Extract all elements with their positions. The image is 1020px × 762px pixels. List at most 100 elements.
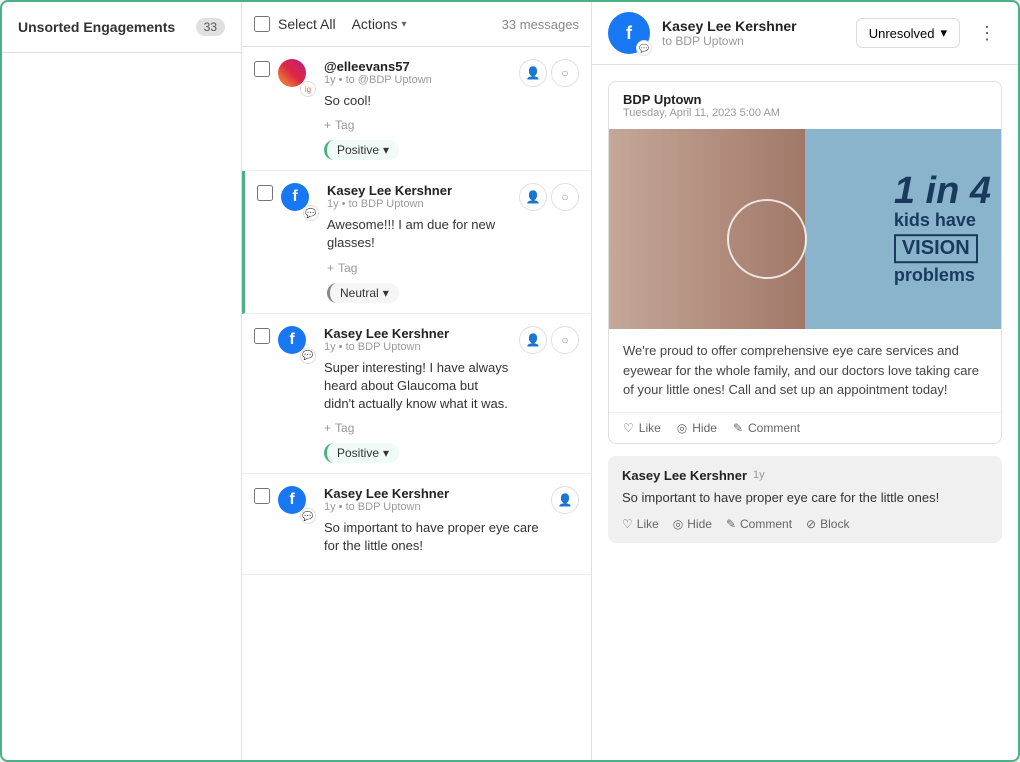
- message-text-1: So cool!: [324, 92, 511, 110]
- assign-icon-3[interactable]: 👤: [519, 326, 547, 354]
- message-checkbox-1[interactable]: [254, 61, 270, 77]
- middle-panel: Select All Actions ▾ 33 messages ig @ell…: [242, 2, 592, 760]
- add-tag-2[interactable]: + Tag: [327, 261, 511, 275]
- comment-reply-button[interactable]: ✎ Comment: [726, 517, 792, 531]
- post-image-circle: [727, 199, 807, 279]
- messages-list: ig @elleevans57 1y • to @BDP Uptown So c…: [242, 47, 591, 760]
- actions-button[interactable]: Actions ▾: [344, 12, 415, 36]
- list-item[interactable]: f 💬 Kasey Lee Kershner 1y • to BDP Uptow…: [242, 314, 591, 475]
- add-tag-3[interactable]: + Tag: [324, 421, 511, 435]
- message-checkbox-4[interactable]: [254, 488, 270, 504]
- actions-label: Actions: [352, 16, 398, 32]
- plus-icon-3: +: [324, 421, 331, 435]
- detail-header-info: Kasey Lee Kershner to BDP Uptown: [662, 18, 844, 48]
- comment-label: Comment: [748, 421, 800, 435]
- detail-sub: to BDP Uptown: [662, 34, 844, 48]
- left-panel-title: Unsorted Engagements: [18, 19, 175, 35]
- post-image-line3: VISION: [894, 234, 978, 263]
- post-image-line1: 1 in 4: [894, 172, 991, 210]
- comment-author: Kasey Lee Kershner: [622, 468, 747, 483]
- comment-icon: ✎: [733, 421, 743, 435]
- message-content-2: Kasey Lee Kershner 1y • to BDP Uptown Aw…: [327, 183, 511, 302]
- message-meta-2: 1y • to BDP Uptown: [327, 198, 511, 210]
- list-item[interactable]: f 💬 Kasey Lee Kershner 1y • to BDP Uptow…: [242, 171, 591, 313]
- left-panel-count: 33: [196, 18, 225, 36]
- message-text-2: Awesome!!! I am due for new glasses!: [327, 216, 511, 252]
- message-actions-1: 👤 ○: [519, 59, 579, 87]
- comment-block-button[interactable]: ⊘ Block: [806, 517, 849, 531]
- right-content: BDP Uptown Tuesday, April 11, 2023 5:00 …: [592, 65, 1018, 760]
- actions-chevron-icon: ▾: [402, 19, 407, 30]
- comment-button[interactable]: ✎ Comment: [733, 421, 800, 435]
- circle-icon-1[interactable]: ○: [551, 59, 579, 87]
- detail-author-name: Kasey Lee Kershner: [662, 18, 844, 34]
- tag-label-text-1: Tag: [335, 118, 354, 132]
- like-button[interactable]: ♡ Like: [623, 421, 661, 435]
- left-panel-content: [2, 53, 241, 760]
- comment-like-label: Like: [637, 517, 659, 531]
- messages-count: 33 messages: [502, 17, 579, 32]
- list-item[interactable]: ig @elleevans57 1y • to @BDP Uptown So c…: [242, 47, 591, 171]
- sentiment-tag-2[interactable]: Neutral ▾: [327, 283, 399, 303]
- sentiment-tag-1[interactable]: Positive ▾: [324, 140, 399, 160]
- right-header: f 💬 Kasey Lee Kershner to BDP Uptown Unr…: [592, 2, 1018, 65]
- select-all-label[interactable]: Select All: [278, 16, 336, 32]
- message-actions-2: 👤 ○: [519, 183, 579, 211]
- comment-like-button[interactable]: ♡ Like: [622, 517, 659, 531]
- message-author-4: Kasey Lee Kershner: [324, 486, 543, 501]
- hide-button[interactable]: ◎ Hide: [677, 421, 717, 435]
- message-tag-value-2: Neutral: [340, 286, 379, 300]
- platform-badge-instagram: ig: [300, 81, 316, 97]
- message-text-4: So important to have proper eye care for…: [324, 519, 543, 555]
- comment-like-icon: ♡: [622, 517, 633, 531]
- circle-icon-3[interactable]: ○: [551, 326, 579, 354]
- assign-icon-1[interactable]: 👤: [519, 59, 547, 87]
- status-label: Unresolved: [869, 26, 935, 41]
- detail-avatar-badge: 💬: [636, 40, 652, 56]
- message-checkbox-3[interactable]: [254, 328, 270, 344]
- post-actions: ♡ Like ◎ Hide ✎ Comment: [609, 412, 1001, 443]
- assign-icon-4[interactable]: 👤: [551, 486, 579, 514]
- comment-badge-icon: 💬: [305, 208, 316, 219]
- message-author-1: @elleevans57: [324, 59, 511, 74]
- comment-text: So important to have proper eye care for…: [622, 489, 988, 507]
- add-tag-1[interactable]: + Tag: [324, 118, 511, 132]
- comment-reply-label: Comment: [740, 517, 792, 531]
- tag-chevron-1: ▾: [383, 143, 389, 157]
- comment-header: Kasey Lee Kershner 1y: [622, 468, 988, 483]
- comment-block-icon: ⊘: [806, 517, 816, 531]
- left-header: Unsorted Engagements 33: [2, 2, 241, 53]
- post-card: BDP Uptown Tuesday, April 11, 2023 5:00 …: [608, 81, 1002, 444]
- tag-chevron-2: ▾: [383, 286, 389, 300]
- comment-reply-icon: ✎: [726, 517, 736, 531]
- hide-label: Hide: [692, 421, 717, 435]
- message-author-3: Kasey Lee Kershner: [324, 326, 511, 341]
- post-image-text: 1 in 4 kids have VISION problems: [894, 172, 991, 286]
- message-checkbox-2[interactable]: [257, 185, 273, 201]
- message-meta-3: 1y • to BDP Uptown: [324, 341, 511, 353]
- avatar: f 💬: [278, 326, 316, 364]
- middle-toolbar: Select All Actions ▾ 33 messages: [242, 2, 591, 47]
- message-author-2: Kasey Lee Kershner: [327, 183, 511, 198]
- sentiment-tag-3[interactable]: Positive ▾: [324, 443, 399, 463]
- like-icon: ♡: [623, 421, 634, 435]
- platform-badge-facebook-2: 💬: [303, 205, 319, 221]
- instagram-icon: ig: [305, 85, 311, 94]
- post-page-name: BDP Uptown: [623, 92, 987, 107]
- avatar: ig: [278, 59, 316, 97]
- detail-avatar: f 💬: [608, 12, 650, 54]
- circle-icon-2[interactable]: ○: [551, 183, 579, 211]
- select-all-checkbox[interactable]: [254, 16, 270, 32]
- post-body-text: We're proud to offer comprehensive eye c…: [609, 329, 1001, 412]
- comment-time: 1y: [753, 469, 765, 481]
- more-options-button[interactable]: ⋮: [972, 18, 1002, 48]
- message-tag-value-3: Positive: [337, 446, 379, 460]
- app-container: Unsorted Engagements 33 Select All Actio…: [0, 0, 1020, 762]
- hide-icon: ◎: [677, 421, 687, 435]
- status-button[interactable]: Unresolved ▾: [856, 18, 960, 48]
- list-item[interactable]: f 💬 Kasey Lee Kershner 1y • to BDP Uptow…: [242, 474, 591, 574]
- comment-hide-button[interactable]: ◎ Hide: [673, 517, 712, 531]
- platform-badge-facebook-4: 💬: [300, 508, 316, 524]
- comment-actions: ♡ Like ◎ Hide ✎ Comment ⊘ Block: [622, 517, 988, 531]
- assign-icon-2[interactable]: 👤: [519, 183, 547, 211]
